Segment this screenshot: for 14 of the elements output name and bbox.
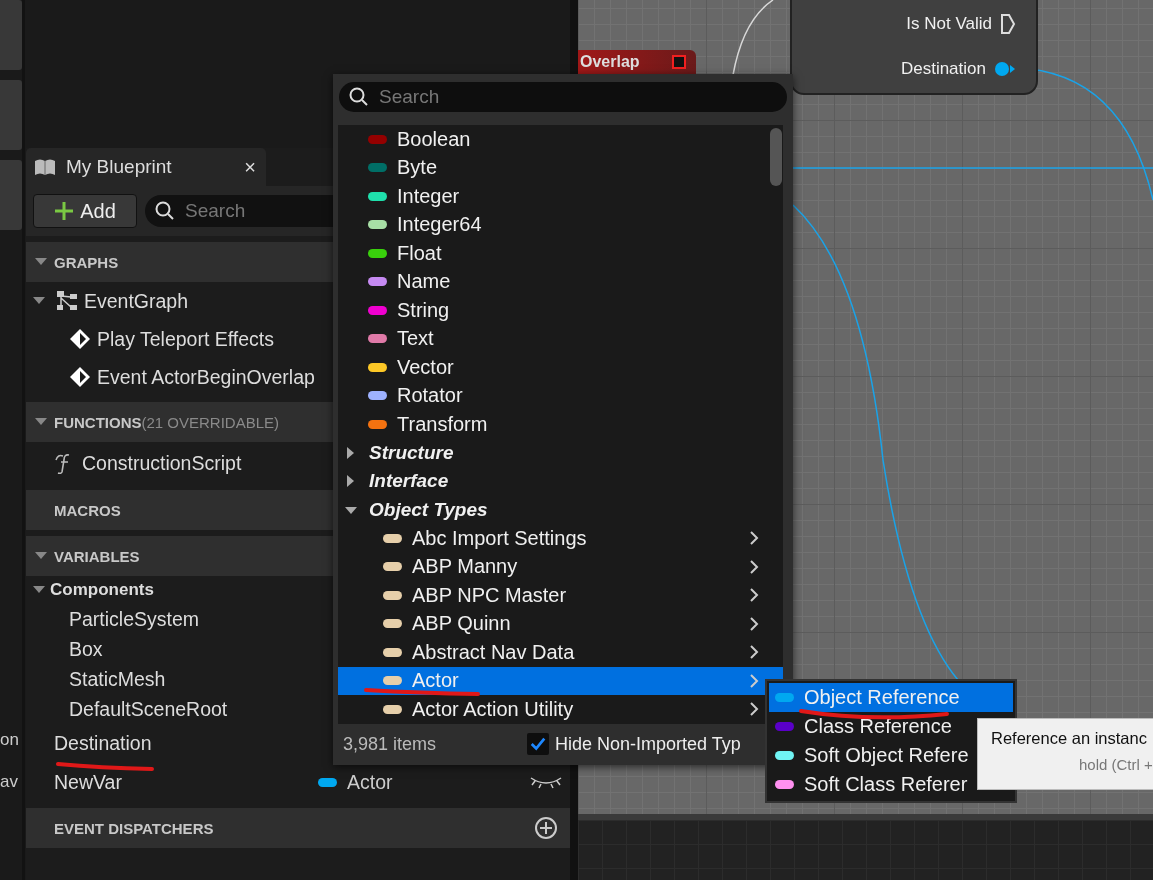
section-title: EVENT DISPATCHERS: [54, 819, 214, 837]
node-title: Overlap: [580, 53, 640, 71]
panel-title: My Blueprint: [66, 156, 172, 178]
tooltip-text: hold (Ctrl +: [1079, 756, 1153, 773]
section-title: VARIABLES: [54, 547, 140, 565]
section-title: MACROS: [54, 501, 121, 519]
pin-label: Destination: [900, 59, 986, 79]
side-label: av: [0, 772, 19, 792]
tooltip-text: Reference an instanc: [991, 729, 1148, 748]
section-title: GRAPHS: [54, 253, 119, 271]
section-title: FUNCTIONS(21 OVERRIDABLE): [54, 413, 280, 431]
pin-label: Is Not Valid: [906, 14, 992, 34]
side-label: on: [0, 730, 20, 750]
item-count: 3,981 items: [343, 733, 438, 755]
